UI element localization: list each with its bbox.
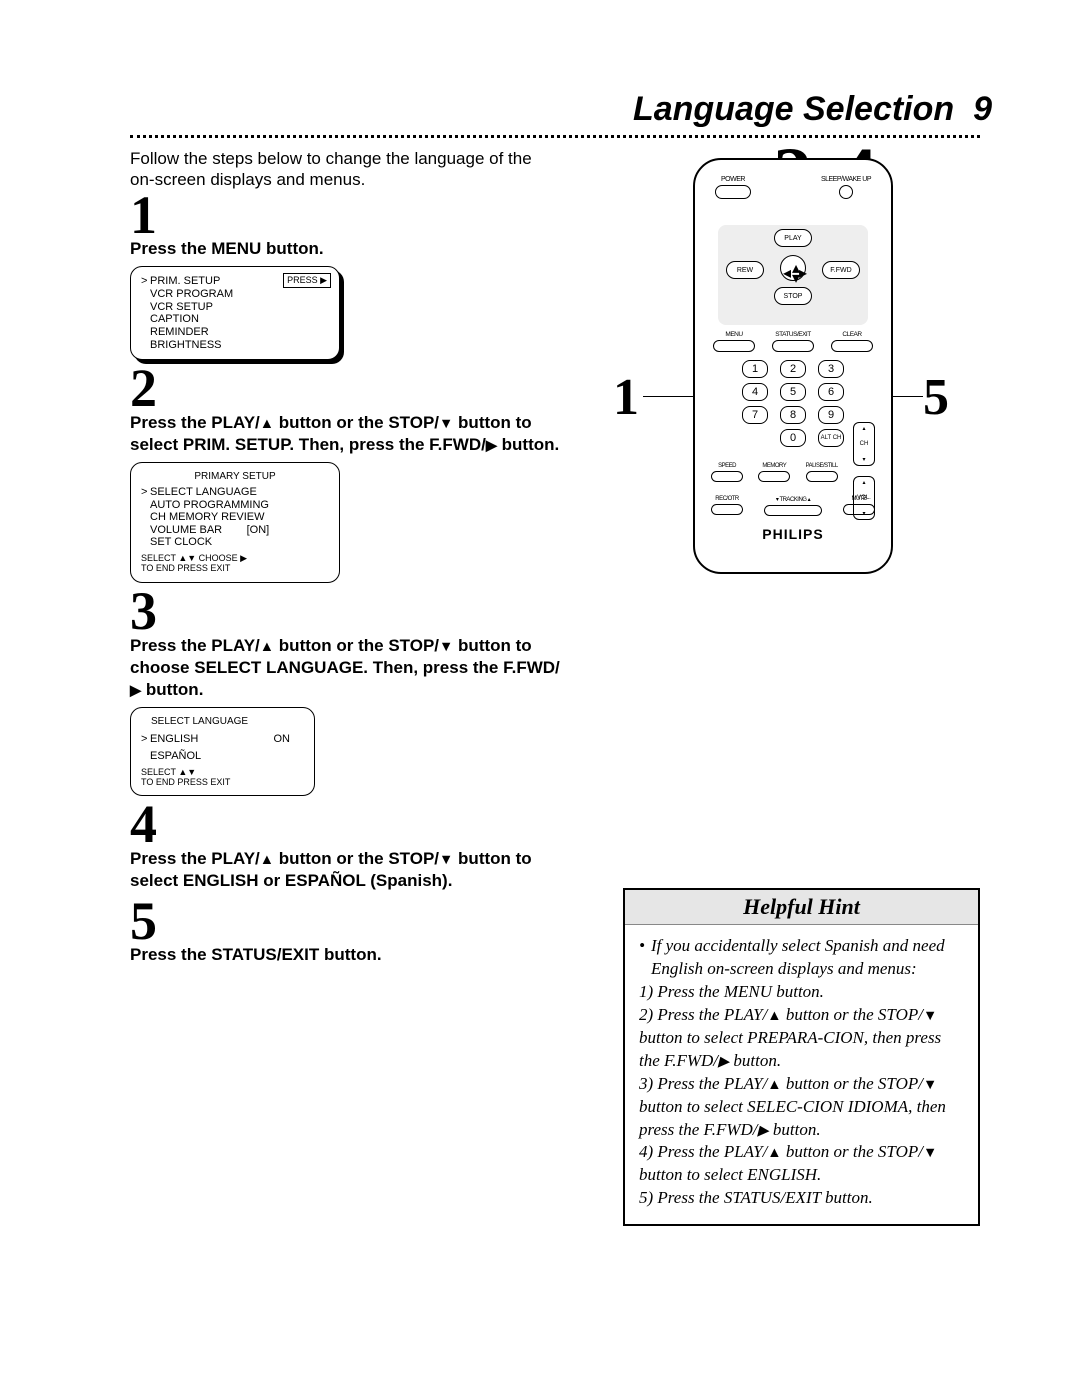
- pause-still-button[interactable]: [806, 471, 838, 482]
- navigation-pad: PLAY REW F.FWD STOP ▴ ◂ ▸ ▾: [718, 225, 868, 325]
- triangle-up-icon: [260, 849, 274, 868]
- step-2-text: Press the PLAY/ button or the STOP/ butt…: [130, 412, 570, 456]
- step-number-1: 1: [130, 193, 593, 239]
- clear-button[interactable]: [831, 340, 873, 352]
- triangle-up-icon: [767, 1005, 781, 1024]
- step-number-5: 5: [130, 899, 593, 945]
- rew-button[interactable]: REW: [726, 261, 764, 279]
- step-number-3: 3: [130, 589, 593, 635]
- num-9[interactable]: 9: [818, 406, 844, 424]
- play-button[interactable]: PLAY: [774, 229, 812, 247]
- screen-heading: SELECT LANGUAGE: [141, 716, 304, 728]
- num-8[interactable]: 8: [780, 406, 806, 424]
- altch-button[interactable]: ALT CH: [818, 429, 844, 447]
- screen-select-language: SELECT LANGUAGE >ENGLISHON ESPAÑOL SELEC…: [130, 707, 315, 796]
- triangle-down-icon: [439, 849, 453, 868]
- triangle-down-icon: [439, 413, 453, 432]
- triangle-up-icon: [260, 636, 274, 655]
- num-3[interactable]: 3: [818, 360, 844, 378]
- triangle-right-icon: [130, 680, 141, 699]
- page-title: Language Selection 9: [130, 90, 992, 129]
- number-pad: 1 2 3 4 5 6 7 8 9 0 ALT CH: [733, 360, 853, 447]
- num-6[interactable]: 6: [818, 383, 844, 401]
- hint-line-2: 2) Press the PLAY/ button or the STOP/ b…: [639, 1004, 964, 1073]
- right-column: 2-4 1 5 POWER SLEEP/WAKE UP PLAY REW F: [623, 148, 980, 1226]
- hint-line-4: 4) Press the PLAY/ button or the STOP/ b…: [639, 1141, 964, 1187]
- num-5[interactable]: 5: [780, 383, 806, 401]
- step-1-text: Press the MENU button.: [130, 238, 570, 260]
- num-7[interactable]: 7: [742, 406, 768, 424]
- sleep-button[interactable]: [839, 185, 853, 199]
- num-0[interactable]: 0: [780, 429, 806, 447]
- callout-1: 1: [613, 368, 639, 427]
- volume-rocker[interactable]: ▴VOL.▾: [853, 476, 875, 520]
- hint-lead: If you accidentally select Spanish and n…: [639, 935, 964, 981]
- num-4[interactable]: 4: [742, 383, 768, 401]
- triangle-right-icon: [758, 1120, 769, 1139]
- triangle-up-icon: [767, 1142, 781, 1161]
- step-5-text: Press the STATUS/EXIT button.: [130, 944, 570, 966]
- screen-heading: PRIMARY SETUP: [141, 471, 329, 483]
- triangle-right-icon: [718, 1051, 729, 1070]
- menu-button[interactable]: [713, 340, 755, 352]
- center-dpad[interactable]: ▴ ◂ ▸ ▾: [780, 255, 806, 281]
- triangle-up-icon: [260, 413, 274, 432]
- triangle-down-icon: [923, 1142, 937, 1161]
- step-number-4: 4: [130, 802, 593, 848]
- page-number: 9: [973, 90, 992, 128]
- status-exit-button[interactable]: [772, 340, 814, 352]
- screen-footer: SELECT ▲▼ TO END PRESS EXIT: [141, 767, 304, 788]
- rec-otr-button[interactable]: [711, 504, 743, 515]
- memory-button[interactable]: [758, 471, 790, 482]
- screen-footer: SELECT ▲▼ CHOOSE ▶ TO END PRESS EXIT: [141, 553, 329, 574]
- hint-line-1: 1) Press the MENU button.: [639, 981, 964, 1004]
- speed-button[interactable]: [711, 471, 743, 482]
- num-1[interactable]: 1: [742, 360, 768, 378]
- step-3-text: Press the PLAY/ button or the STOP/ butt…: [130, 635, 570, 701]
- triangle-down-icon: [923, 1074, 937, 1093]
- step-number-2: 2: [130, 366, 593, 412]
- helpful-hint-box: Helpful Hint If you accidentally select …: [623, 888, 980, 1226]
- step-4-text: Press the PLAY/ button or the STOP/ butt…: [130, 848, 570, 892]
- press-indicator: PRESS ▶: [283, 273, 331, 287]
- screen-primary-setup: PRIMARY SETUP >SELECT LANGUAGE AUTO PROG…: [130, 462, 340, 582]
- ffwd-button[interactable]: F.FWD: [822, 261, 860, 279]
- callout-5: 5: [923, 368, 949, 427]
- intro-text: Follow the steps below to change the lan…: [130, 148, 550, 191]
- triangle-down-icon: [923, 1005, 937, 1024]
- channel-rocker[interactable]: ▴CH▾: [853, 422, 875, 466]
- triangle-right-icon: [486, 435, 497, 454]
- triangle-down-icon: [439, 636, 453, 655]
- title-text: Language Selection: [633, 90, 954, 128]
- remote-control: POWER SLEEP/WAKE UP PLAY REW F.FWD STOP …: [693, 158, 893, 574]
- hint-line-3: 3) Press the PLAY/ button or the STOP/ b…: [639, 1073, 964, 1142]
- tracking-button[interactable]: [764, 505, 822, 516]
- screen-prim-setup: PRESS ▶ >PRIM. SETUP VCR PROGRAM VCR SET…: [130, 266, 340, 360]
- hint-line-5: 5) Press the STATUS/EXIT button.: [639, 1187, 964, 1210]
- stop-button[interactable]: STOP: [774, 287, 812, 305]
- triangle-up-icon: [767, 1074, 781, 1093]
- hint-body: If you accidentally select Spanish and n…: [625, 925, 978, 1224]
- power-button[interactable]: [715, 185, 751, 199]
- steps-column: Follow the steps below to change the lan…: [130, 148, 593, 1226]
- remote-diagram: 1 5 POWER SLEEP/WAKE UP PLAY REW F.FWD S…: [623, 148, 980, 708]
- num-2[interactable]: 2: [780, 360, 806, 378]
- hint-title: Helpful Hint: [625, 890, 978, 925]
